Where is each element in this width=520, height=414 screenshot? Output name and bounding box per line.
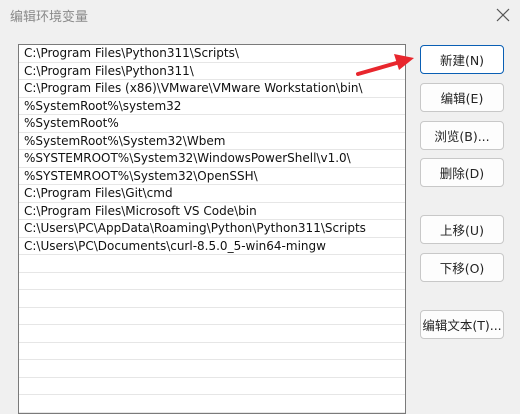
move-down-button[interactable]: 下移(O) <box>420 253 504 282</box>
delete-button[interactable]: 删除(D) <box>420 158 504 187</box>
path-entry-row[interactable]: %SYSTEMROOT%\System32\WindowsPowerShell\… <box>19 150 405 168</box>
empty-list-row <box>19 343 405 360</box>
path-entry-row[interactable]: C:\Program Files (x86)\VMware\VMware Wor… <box>19 80 405 98</box>
path-entry-row[interactable]: C:\Program Files\Python311\Scripts\ <box>19 45 405 63</box>
close-button[interactable] <box>490 2 516 28</box>
empty-list-row <box>19 395 405 413</box>
empty-list-row <box>19 308 405 325</box>
new-button[interactable]: 新建(N) <box>420 45 504 74</box>
empty-list-row <box>19 360 405 378</box>
empty-list-row <box>19 273 405 290</box>
path-entry-row[interactable]: C:\Program Files\Python311\ <box>19 63 405 80</box>
empty-list-row <box>19 255 405 273</box>
edit-button[interactable]: 编辑(E) <box>420 83 504 112</box>
path-entry-row[interactable]: C:\Users\PC\Documents\curl-8.5.0_5-win64… <box>19 238 405 255</box>
path-entry-row[interactable]: %SystemRoot%\System32\Wbem <box>19 133 405 150</box>
move-up-button[interactable]: 上移(U) <box>420 215 504 244</box>
window-title: 编辑环境变量 <box>10 10 89 25</box>
path-entry-row[interactable]: C:\Users\PC\AppData\Roaming\Python\Pytho… <box>19 220 405 238</box>
empty-list-row <box>19 325 405 343</box>
empty-list-row <box>19 290 405 308</box>
close-icon <box>496 8 510 22</box>
title-bar: 编辑环境变量 <box>0 0 520 30</box>
edit-environment-variable-dialog: 编辑环境变量 C:\Program Files\Python311\Script… <box>0 0 520 414</box>
path-entry-row[interactable]: C:\Program Files\Git\cmd <box>19 185 405 203</box>
path-entry-row[interactable]: C:\Program Files\Microsoft VS Code\bin <box>19 203 405 220</box>
path-entry-row[interactable]: %SystemRoot% <box>19 115 405 133</box>
empty-list-row <box>19 378 405 395</box>
path-entry-row[interactable]: %SYSTEMROOT%\System32\OpenSSH\ <box>19 168 405 185</box>
path-entry-row[interactable]: %SystemRoot%\system32 <box>19 98 405 115</box>
edit-text-button[interactable]: 编辑文本(T)... <box>420 310 504 339</box>
path-entries-list[interactable]: C:\Program Files\Python311\Scripts\ C:\Pr… <box>18 44 406 414</box>
browse-button[interactable]: 浏览(B)... <box>420 121 504 150</box>
